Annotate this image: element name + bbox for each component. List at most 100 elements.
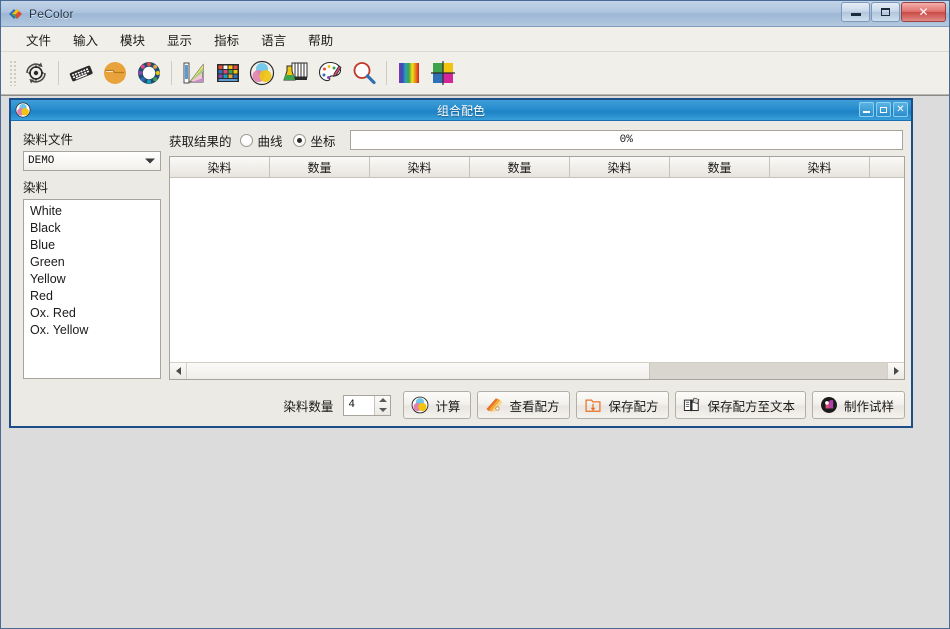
dye-listbox[interactable]: White Black Blue Green Yellow Red Ox. Re… [23, 199, 161, 379]
radio-option-curve[interactable]: 曲线 [239, 131, 283, 150]
menubar: 文件 输入 模块 显示 指标 语言 帮助 [1, 27, 949, 52]
mdi-client-area: 组合配色 ✕ 染料文件 DEMO 染料 White Black Blue Gre… [1, 95, 949, 628]
window-controls: ✕ [841, 2, 946, 22]
sample-ball-icon [820, 396, 838, 414]
list-item[interactable]: Green [26, 254, 160, 271]
maximize-button[interactable] [871, 2, 900, 22]
settings-refresh-icon[interactable] [21, 58, 51, 88]
list-item[interactable]: Yellow [26, 271, 160, 288]
column-header-dye-1[interactable]: 染料 [170, 157, 270, 177]
color-fan-icon[interactable] [179, 58, 209, 88]
radio-curve-label: 曲线 [257, 134, 283, 149]
results-panel: 获取结果的 曲线 坐标 0% 染料 数量 染料 数量 染料 数量 染料 [169, 127, 905, 380]
dye-count-stepper[interactable]: 4 [343, 394, 392, 416]
make-sample-button-label: 制作试样 [843, 399, 894, 414]
dye-count-value[interactable]: 4 [344, 396, 374, 415]
radio-curve-icon[interactable] [239, 133, 253, 147]
recipe-grid-body[interactable] [170, 178, 904, 362]
scroll-right-icon[interactable] [887, 363, 904, 379]
child-window-body: 染料文件 DEMO 染料 White Black Blue Green Yell… [11, 121, 911, 386]
save-down-icon [584, 396, 602, 414]
pecolor-logo-icon [7, 6, 23, 22]
color-grid-icon[interactable] [428, 58, 458, 88]
dye-file-select[interactable]: DEMO [23, 151, 161, 171]
scrollbar-track[interactable] [187, 363, 887, 379]
list-item[interactable]: White [26, 203, 160, 220]
menu-item-display[interactable]: 显示 [156, 27, 203, 52]
make-sample-button[interactable]: 制作试样 [811, 391, 905, 419]
palette-icon[interactable] [315, 58, 345, 88]
venn-color-icon [15, 102, 31, 118]
color-wheel-icon[interactable] [134, 58, 164, 88]
menu-item-index[interactable]: 指标 [203, 27, 250, 52]
column-header-dye-3[interactable]: 染料 [570, 157, 670, 177]
toolbar-separator [171, 61, 172, 85]
spectrum-icon[interactable] [394, 58, 424, 88]
save-recipe-button[interactable]: 保存配方 [576, 391, 670, 419]
column-header-qty-1[interactable]: 数量 [270, 157, 370, 177]
menu-item-module[interactable]: 模块 [109, 27, 156, 52]
save-recipe-to-text-button[interactable]: 保存配方至文本 [675, 391, 806, 419]
column-header-qty-2[interactable]: 数量 [470, 157, 570, 177]
horizontal-scrollbar[interactable] [170, 362, 904, 379]
radio-coordinate-icon[interactable] [292, 133, 306, 147]
menu-item-language[interactable]: 语言 [250, 27, 297, 52]
save-recipe-to-text-button-label: 保存配方至文本 [707, 399, 795, 414]
stepper-arrows[interactable] [374, 395, 391, 415]
dye-count-label: 染料数量 [283, 399, 334, 414]
book-text-icon [683, 396, 701, 414]
scroll-left-icon[interactable] [170, 363, 187, 379]
dye-file-panel: 染料文件 DEMO 染料 White Black Blue Green Yell… [17, 127, 161, 380]
child-minimize-button[interactable] [859, 102, 874, 117]
toolbar-grip[interactable] [9, 60, 17, 86]
column-header-blank[interactable] [870, 157, 904, 177]
child-window-combination-matching: 组合配色 ✕ 染料文件 DEMO 染料 White Black Blue Gre… [9, 98, 913, 428]
result-source-label: 获取结果的 [169, 134, 232, 149]
child-window-title: 组合配色 [436, 103, 485, 118]
venn-color-icon[interactable] [247, 58, 277, 88]
radio-option-coordinate[interactable]: 坐标 [292, 131, 336, 150]
toolbar-separator [58, 61, 59, 85]
result-options-row: 获取结果的 曲线 坐标 0% [169, 129, 905, 151]
column-header-qty-3[interactable]: 数量 [670, 157, 770, 177]
stepper-up-icon[interactable] [378, 398, 387, 403]
menu-item-file[interactable]: 文件 [15, 27, 62, 52]
titlebar: PeColor ✕ [1, 1, 949, 27]
lab-equipment-icon[interactable] [281, 58, 311, 88]
folder-open-icon[interactable] [100, 58, 130, 88]
column-header-dye-2[interactable]: 染料 [370, 157, 470, 177]
menu-item-input[interactable]: 输入 [62, 27, 109, 52]
recipe-grid-header: 染料 数量 染料 数量 染料 数量 染料 [170, 157, 904, 178]
scrollbar-thumb[interactable] [187, 363, 650, 379]
toolbar [1, 52, 949, 95]
venn-color-icon [411, 396, 429, 414]
dye-file-label: 染料文件 [23, 133, 74, 147]
dye-file-value: DEMO [28, 155, 55, 167]
color-chart-icon[interactable] [213, 58, 243, 88]
magnifier-icon[interactable] [349, 58, 379, 88]
column-header-dye-4[interactable]: 染料 [770, 157, 870, 177]
recipe-grid[interactable]: 染料 数量 染料 数量 染料 数量 染料 [169, 156, 905, 380]
toolbar-separator [386, 61, 387, 85]
list-item[interactable]: Blue [26, 237, 160, 254]
list-item[interactable]: Black [26, 220, 160, 237]
radio-coordinate-label: 坐标 [310, 134, 336, 149]
view-recipe-button[interactable]: 查看配方 [477, 391, 571, 419]
color-fan-icon [485, 396, 503, 414]
list-item[interactable]: Ox. Red [26, 305, 160, 322]
calculate-button[interactable]: 计算 [403, 391, 472, 419]
minimize-button[interactable] [841, 2, 870, 22]
close-button[interactable]: ✕ [901, 2, 946, 22]
stepper-down-icon[interactable] [378, 407, 387, 412]
view-recipe-button-label: 查看配方 [509, 399, 560, 414]
child-maximize-button[interactable] [876, 102, 891, 117]
child-close-button[interactable]: ✕ [893, 102, 908, 117]
calculate-button-label: 计算 [435, 399, 461, 414]
chevron-down-icon [145, 158, 155, 164]
progress-value: 0% [619, 134, 633, 146]
list-item[interactable]: Red [26, 288, 160, 305]
keyboard-icon[interactable] [66, 58, 96, 88]
menu-item-help[interactable]: 帮助 [297, 27, 344, 52]
list-item[interactable]: Ox. Yellow [26, 322, 160, 339]
save-recipe-button-label: 保存配方 [608, 399, 659, 414]
